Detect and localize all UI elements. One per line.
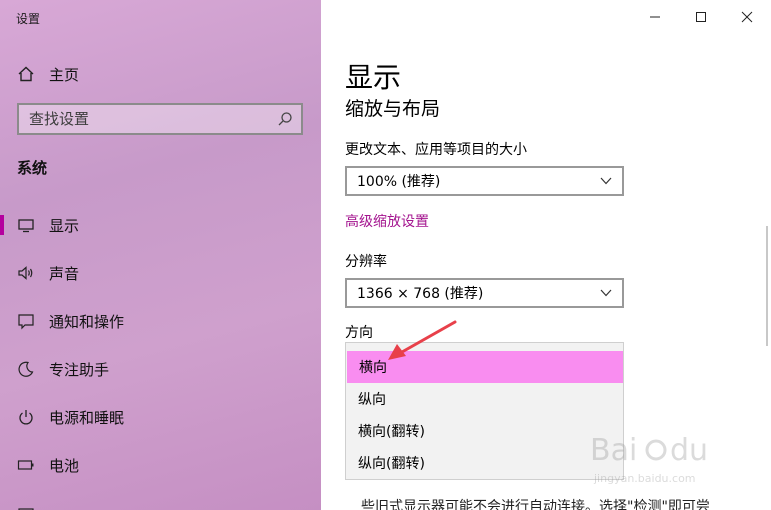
- orientation-label: 方向: [345, 325, 373, 341]
- sidebar-item-storage[interactable]: [0, 492, 321, 510]
- minimize-button[interactable]: [632, 0, 678, 34]
- resolution-dropdown[interactable]: 1366 × 768 (推荐): [345, 278, 624, 308]
- sidebar-item-label: 显示: [49, 216, 80, 235]
- chevron-down-icon: [600, 289, 612, 297]
- section-label: 系统: [17, 159, 48, 177]
- orientation-option[interactable]: 纵向(翻转): [346, 447, 623, 479]
- scale-dropdown[interactable]: 100% (推荐): [345, 166, 624, 196]
- orientation-option[interactable]: 横向(翻转): [346, 415, 623, 447]
- orientation-option[interactable]: 横向: [347, 351, 623, 383]
- battery-icon: [17, 456, 35, 474]
- scrollbar[interactable]: [766, 226, 768, 346]
- monitor-icon: [17, 216, 35, 234]
- power-icon: [17, 408, 35, 426]
- sidebar-item-display[interactable]: 显示: [0, 205, 321, 245]
- maximize-icon: [696, 12, 706, 22]
- sidebar-item-home[interactable]: 主页: [0, 54, 321, 94]
- notification-icon: [17, 312, 35, 330]
- page-title: 显示: [345, 61, 402, 94]
- search-input[interactable]: [19, 104, 277, 134]
- orientation-dropdown-list: 横向 纵向 横向(翻转) 纵向(翻转): [345, 342, 624, 480]
- sidebar-item-label: 专注助手: [49, 360, 110, 379]
- resolution-label: 分辨率: [345, 254, 387, 270]
- minimize-icon: [650, 16, 660, 18]
- close-button[interactable]: [724, 0, 770, 34]
- sidebar-item-label: 主页: [49, 65, 80, 84]
- sidebar: 设置 主页 系统 显示 声音 通知和操作 专注助: [0, 0, 321, 510]
- search-icon[interactable]: [277, 111, 293, 127]
- sidebar-item-battery[interactable]: 电池: [0, 445, 321, 485]
- moon-icon: [17, 360, 35, 378]
- scale-value: 100% (推荐): [357, 174, 441, 190]
- scale-label: 更改文本、应用等项目的大小: [345, 142, 527, 158]
- sidebar-item-label: 声音: [49, 264, 80, 283]
- sidebar-item-label: 通知和操作: [49, 312, 125, 331]
- orientation-option[interactable]: 纵向: [346, 383, 623, 415]
- close-icon: [741, 11, 753, 23]
- home-icon: [17, 65, 35, 83]
- resolution-value: 1366 × 768 (推荐): [357, 286, 484, 302]
- sidebar-item-notifications[interactable]: 通知和操作: [0, 301, 321, 341]
- section-heading: 缩放与布局: [345, 98, 441, 120]
- detect-hint-text: 些旧式显示器可能不会进行自动连接。选择"检测"即可尝: [361, 499, 710, 510]
- speaker-icon: [17, 264, 35, 282]
- main-panel: 显示 缩放与布局 更改文本、应用等项目的大小 100% (推荐) 高级缩放设置 …: [321, 0, 771, 510]
- maximize-button[interactable]: [678, 0, 724, 34]
- sidebar-item-label: 电源和睡眠: [49, 408, 125, 427]
- search-box[interactable]: [17, 103, 303, 135]
- storage-icon: [17, 503, 35, 510]
- sidebar-item-focus-assist[interactable]: 专注助手: [0, 349, 321, 389]
- advanced-scaling-link[interactable]: 高级缩放设置: [345, 211, 429, 231]
- app-title: 设置: [16, 12, 41, 26]
- sidebar-item-power-sleep[interactable]: 电源和睡眠: [0, 397, 321, 437]
- sidebar-item-sound[interactable]: 声音: [0, 253, 321, 293]
- chevron-down-icon: [600, 177, 612, 185]
- sidebar-item-label: 电池: [49, 456, 80, 475]
